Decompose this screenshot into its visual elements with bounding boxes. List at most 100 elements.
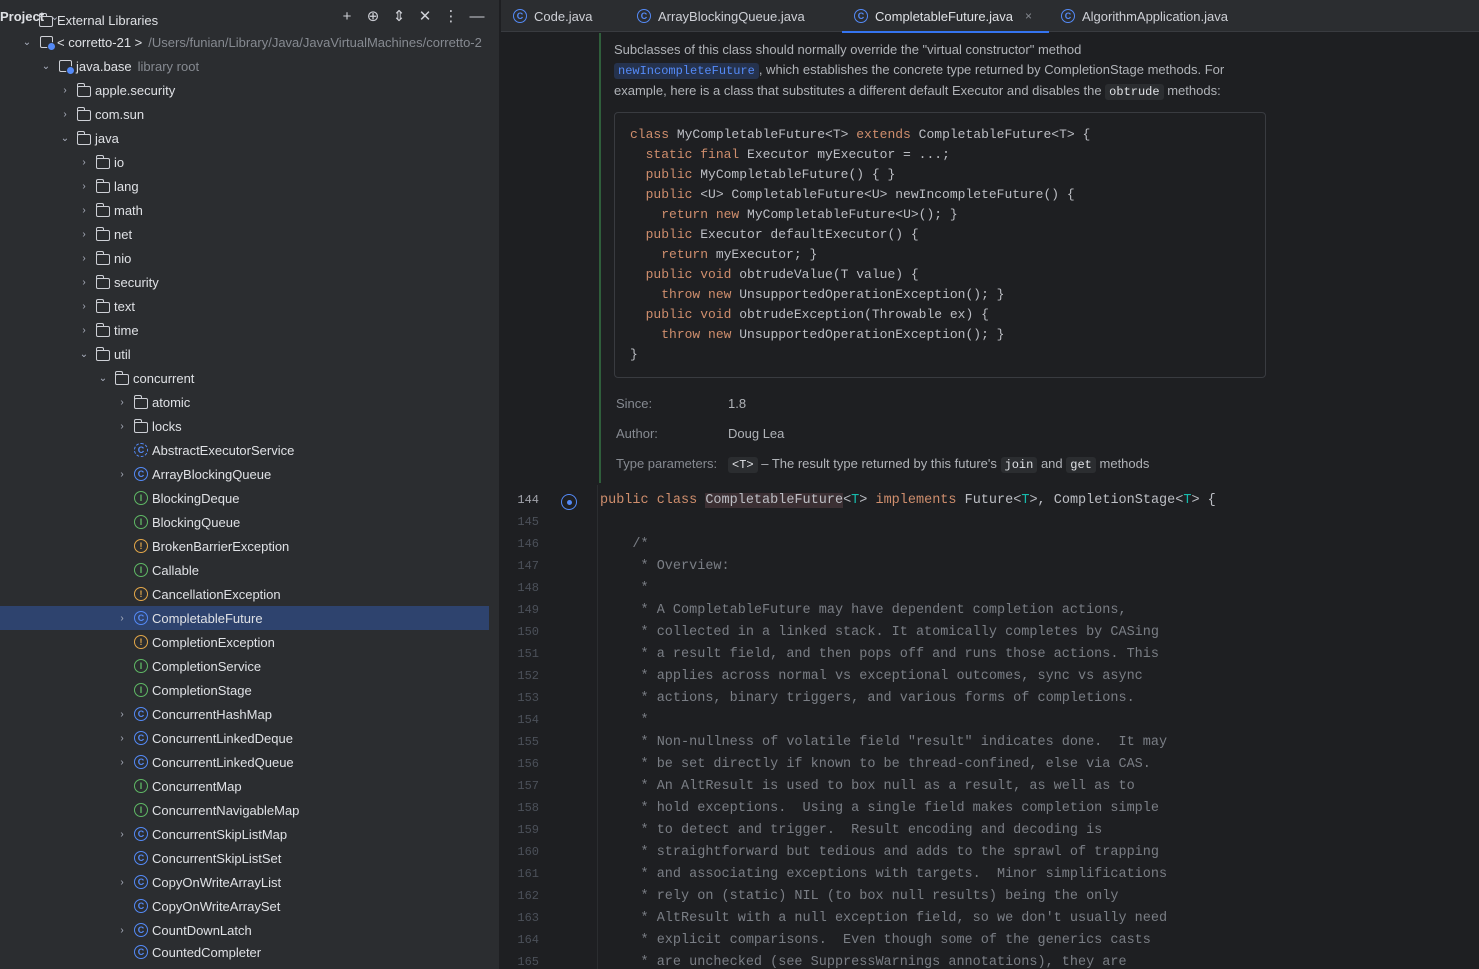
code-line[interactable]: 145 xyxy=(501,511,1479,533)
code-line[interactable]: 160 * straightforward but tedious and ad… xyxy=(501,841,1479,863)
tree-item[interactable]: › C ArrayBlockingQueue xyxy=(0,462,499,486)
chevron-right-icon[interactable]: › xyxy=(115,397,129,408)
chevron-right-icon[interactable]: › xyxy=(115,757,129,768)
code-line[interactable]: 152 * applies across normal vs exception… xyxy=(501,665,1479,687)
tree-item[interactable]: ⌄ util xyxy=(0,342,499,366)
tree-item[interactable]: › math xyxy=(0,198,499,222)
close-icon[interactable]: × xyxy=(1025,9,1032,23)
comment-text: * hold exceptions. Using a single field … xyxy=(600,800,1160,816)
tree-item[interactable]: I CompletionService xyxy=(0,654,499,678)
chevron-right-icon[interactable]: › xyxy=(115,613,129,624)
tree-item[interactable]: › io xyxy=(0,150,499,174)
chevron-right-icon[interactable]: › xyxy=(115,733,129,744)
chevron-right-icon[interactable]: › xyxy=(77,325,91,336)
tree-item[interactable]: › C ConcurrentLinkedQueue xyxy=(0,750,499,774)
tree-item[interactable]: › time xyxy=(0,318,499,342)
code-line[interactable]: 159 * to detect and trigger. Result enco… xyxy=(501,819,1479,841)
chevron-right-icon[interactable]: › xyxy=(77,301,91,312)
tree-item[interactable]: C ConcurrentSkipListSet xyxy=(0,846,499,870)
chevron-right-icon[interactable]: › xyxy=(115,829,129,840)
chevron-right-icon[interactable]: › xyxy=(77,157,91,168)
tree-item[interactable]: › C CopyOnWriteArrayList xyxy=(0,870,499,894)
tab-algorithmapplication-java[interactable]: C AlgorithmApplication.java xyxy=(1049,0,1249,32)
folder-icon xyxy=(95,154,111,170)
tree-item[interactable]: › nio xyxy=(0,246,499,270)
tree-item[interactable]: I BlockingQueue xyxy=(0,510,499,534)
code-line[interactable]: 165 * are unchecked (see SuppressWarning… xyxy=(501,951,1479,969)
tree-item[interactable]: I CompletionStage xyxy=(0,678,499,702)
tree-item[interactable]: › C ConcurrentSkipListMap xyxy=(0,822,499,846)
tree-item[interactable]: I ConcurrentMap xyxy=(0,774,499,798)
chevron-right-icon[interactable]: › xyxy=(77,205,91,216)
tab-completablefuture-java[interactable]: C CompletableFuture.java × xyxy=(842,0,1049,33)
code-line[interactable]: 162 * rely on (static) NIL (to box null … xyxy=(501,885,1479,907)
code-line[interactable]: 158 * hold exceptions. Using a single fi… xyxy=(501,797,1479,819)
tree-item[interactable]: ! CompletionException xyxy=(0,630,499,654)
interface-icon: I xyxy=(133,514,149,530)
tree-item[interactable]: C CountedCompleter xyxy=(0,942,499,962)
code-line[interactable]: 164 * explicit comparisons. Even though … xyxy=(501,929,1479,951)
tab-code-java[interactable]: C Code.java xyxy=(501,0,625,32)
chevron-right-icon[interactable]: › xyxy=(115,709,129,720)
code-line[interactable]: 161 * and associating exceptions with ta… xyxy=(501,863,1479,885)
tree-item[interactable]: ⌄ java.base library root xyxy=(0,54,499,78)
tree-item[interactable]: › text xyxy=(0,294,499,318)
tree-item[interactable]: C AbstractExecutorService xyxy=(0,438,499,462)
chevron-down-icon[interactable]: ⌄ xyxy=(39,61,53,72)
chevron-right-icon[interactable]: › xyxy=(77,253,91,264)
tree-item[interactable]: External Libraries xyxy=(0,10,499,30)
code-line[interactable]: 149 * A CompletableFuture may have depen… xyxy=(501,599,1479,621)
code-line[interactable]: 151 * a result field, and then pops off … xyxy=(501,643,1479,665)
code-line[interactable]: 150 * collected in a linked stack. It at… xyxy=(501,621,1479,643)
tree-item[interactable]: › C ConcurrentLinkedDeque xyxy=(0,726,499,750)
tree-item[interactable]: I BlockingDeque xyxy=(0,486,499,510)
chevron-right-icon[interactable]: › xyxy=(58,85,72,96)
code-line[interactable]: 154 * xyxy=(501,709,1479,731)
code-line[interactable]: 153 * actions, binary triggers, and vari… xyxy=(501,687,1479,709)
tree-item[interactable]: I ConcurrentNavigableMap xyxy=(0,798,499,822)
tree-item[interactable]: ! BrokenBarrierException xyxy=(0,534,499,558)
code-line[interactable]: 144 public class CompletableFuture<T> imp… xyxy=(501,489,1479,511)
chevron-down-icon[interactable]: ⌄ xyxy=(96,373,110,384)
tree-item-label: locks xyxy=(152,418,182,434)
chevron-right-icon[interactable]: › xyxy=(115,421,129,432)
chevron-right-icon[interactable]: › xyxy=(77,229,91,240)
tree-item-label: util xyxy=(114,346,131,362)
tree-item[interactable]: ⌄ java xyxy=(0,126,499,150)
code-line[interactable]: 148 * xyxy=(501,577,1479,599)
code-line[interactable]: 163 * AltResult with a null exception fi… xyxy=(501,907,1479,929)
tree-item[interactable]: I Callable xyxy=(0,558,499,582)
chevron-right-icon[interactable]: › xyxy=(58,109,72,120)
tree-item[interactable]: › apple.security xyxy=(0,78,499,102)
chevron-down-icon[interactable]: ⌄ xyxy=(20,37,34,48)
tree-item[interactable]: ⌄ < corretto-21 > /Users/funian/Library/Ja… xyxy=(0,30,499,54)
tree-item[interactable]: › com.sun xyxy=(0,102,499,126)
tree-item[interactable]: ! CancellationException xyxy=(0,582,499,606)
chevron-right-icon[interactable]: › xyxy=(115,925,129,936)
tree-item[interactable]: › locks xyxy=(0,414,499,438)
tab-arrayblockingqueue-java[interactable]: C ArrayBlockingQueue.java xyxy=(625,0,842,32)
chevron-down-icon[interactable]: ⌄ xyxy=(77,349,91,360)
tree-item[interactable]: › security xyxy=(0,270,499,294)
chevron-down-icon[interactable]: ⌄ xyxy=(58,133,72,144)
tree-item[interactable]: › atomic xyxy=(0,390,499,414)
code-editor[interactable]: Subclasses of this class should normally… xyxy=(501,33,1479,969)
javadoc-link[interactable]: newIncompleteFuture xyxy=(614,63,759,79)
tree-item[interactable]: › net xyxy=(0,222,499,246)
tree-item[interactable]: ⌄ concurrent xyxy=(0,366,499,390)
chevron-right-icon[interactable]: › xyxy=(77,181,91,192)
code-line[interactable]: 155 * Non-nullness of volatile field "re… xyxy=(501,731,1479,753)
tree-item[interactable]: C CopyOnWriteArraySet xyxy=(0,894,499,918)
tree-item[interactable]: › lang xyxy=(0,174,499,198)
code-line[interactable]: 146 /* xyxy=(501,533,1479,555)
chevron-right-icon[interactable]: › xyxy=(115,877,129,888)
line-number: 148 xyxy=(517,581,539,595)
code-line[interactable]: 156 * be set directly if known to be thr… xyxy=(501,753,1479,775)
chevron-right-icon[interactable]: › xyxy=(115,469,129,480)
tree-item[interactable]: › C ConcurrentHashMap xyxy=(0,702,499,726)
chevron-right-icon[interactable]: › xyxy=(77,277,91,288)
tree-item[interactable]: › C CompletableFuture xyxy=(0,606,489,630)
code-line[interactable]: 157 * An AltResult is used to box null a… xyxy=(501,775,1479,797)
tree-item[interactable]: › C CountDownLatch xyxy=(0,918,499,942)
code-line[interactable]: 147 * Overview: xyxy=(501,555,1479,577)
